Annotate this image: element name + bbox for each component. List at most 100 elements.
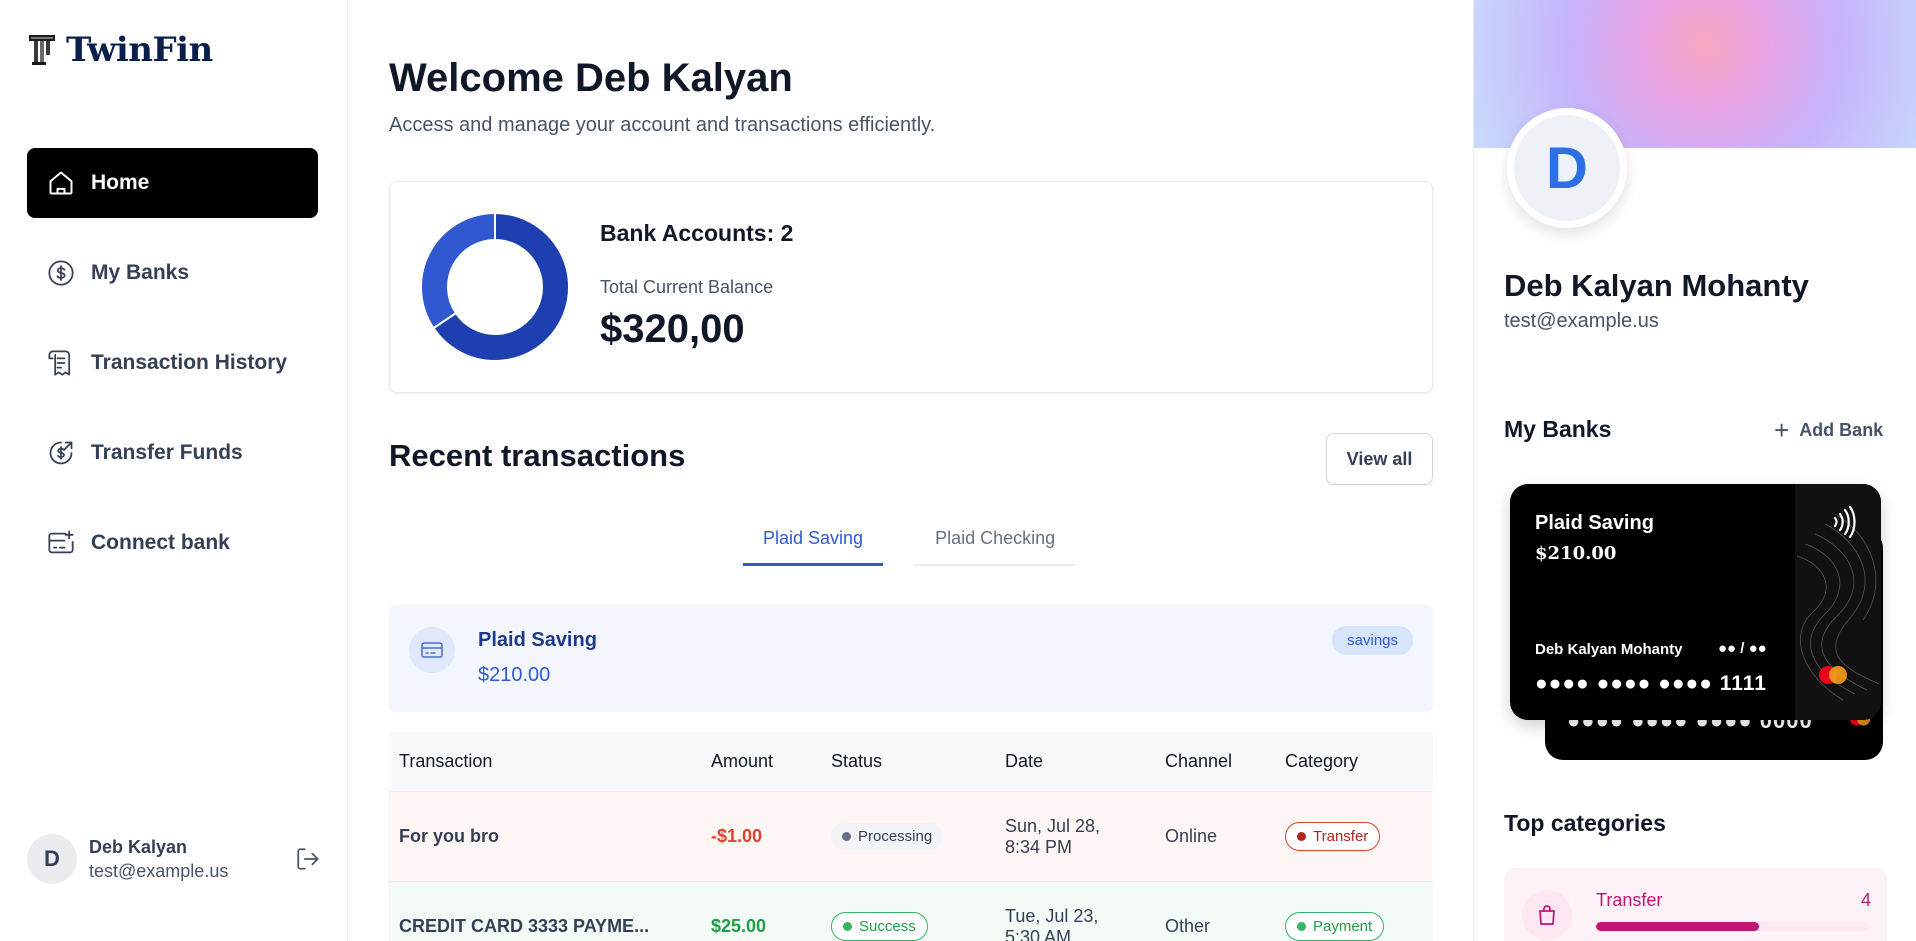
column-header: Status xyxy=(831,751,883,771)
bank-tabs: Plaid Saving Plaid Checking xyxy=(743,518,1076,566)
page-subtitle: Access and manage your account and trans… xyxy=(389,114,936,136)
sidebar-item-my-banks[interactable]: My Banks xyxy=(27,238,318,308)
donut-slice-plaid-checking xyxy=(420,212,496,330)
column-header: Channel xyxy=(1165,751,1233,771)
category-name: Transfer xyxy=(1596,890,1663,910)
tab-plaid-saving[interactable]: Plaid Saving xyxy=(743,518,884,566)
category-progress xyxy=(1596,922,1868,931)
column-header: Date xyxy=(1005,751,1044,771)
sidebar-item-home[interactable]: Home xyxy=(27,148,318,218)
profile-panel: D Deb Kalyan Mohanty test@example.us My … xyxy=(1473,0,1916,941)
column-header: Amount xyxy=(711,751,774,771)
transaction-status: Processing xyxy=(821,823,995,850)
contactless-icon xyxy=(1833,506,1856,538)
card-bank-name: Plaid Saving xyxy=(1535,512,1654,534)
date-line: Sun, Jul 28, xyxy=(1005,815,1101,836)
bank-card-primary[interactable]: Plaid Saving $210.00 Deb Kalyan Mohanty … xyxy=(1510,484,1881,720)
card-add-icon xyxy=(47,529,75,557)
profile-email: test@example.us xyxy=(1504,310,1659,332)
account-type-badge: savings xyxy=(1332,626,1413,655)
category-label: Payment xyxy=(1313,918,1373,935)
account-info-banner[interactable]: Plaid Saving $210.00 savings xyxy=(389,605,1433,712)
time-line: 5:30 AM xyxy=(1005,926,1072,941)
twinfin-logo-icon xyxy=(29,35,55,65)
user-meta: Deb Kalyan test@example.us xyxy=(89,837,283,882)
status-dot-icon xyxy=(843,922,852,931)
brand-logo[interactable]: TwinFin xyxy=(28,30,213,70)
transaction-name: CREDIT CARD 3333 PAYME... xyxy=(399,916,650,936)
account-name: Plaid Saving xyxy=(478,629,597,651)
transactions-table: Transaction Amount Status Date Channel C… xyxy=(389,732,1433,941)
money-send-icon xyxy=(47,439,75,467)
total-balance-card: Bank Accounts: 2 Total Current Balance $… xyxy=(389,181,1433,393)
category-card-transfer[interactable]: Transfer 4 xyxy=(1504,868,1887,941)
column-header: Category xyxy=(1285,751,1359,771)
sidebar-item-connect-bank[interactable]: Connect bank xyxy=(27,508,318,578)
card-holder: Deb Kalyan Mohanty xyxy=(1535,641,1683,658)
sidebar-item-label: Transfer Funds xyxy=(91,441,243,464)
transaction-channel: Online xyxy=(1165,826,1218,846)
date-line: Tue, Jul 23, xyxy=(1005,905,1099,926)
card-expiry: ●● / ●● xyxy=(1718,640,1767,657)
shopping-bag-icon xyxy=(1522,890,1572,940)
transaction-category: Payment xyxy=(1275,912,1433,941)
card-icon xyxy=(409,627,455,673)
sidebar-item-transfer-funds[interactable]: Transfer Funds xyxy=(27,418,318,488)
transaction-amount: -$1.00 xyxy=(711,826,763,846)
receipt-icon xyxy=(47,349,75,377)
mastercard-icon xyxy=(1819,666,1847,684)
top-categories-title: Top categories xyxy=(1504,810,1666,836)
home-icon xyxy=(47,169,75,197)
avatar[interactable]: D xyxy=(27,834,77,884)
category-dot-icon xyxy=(1297,832,1306,841)
category-badge: Transfer xyxy=(1285,822,1381,851)
add-bank-label: Add Bank xyxy=(1799,419,1884,440)
sidebar-nav: Home My Banks Transaction History Transf… xyxy=(27,148,318,598)
tab-plaid-checking[interactable]: Plaid Checking xyxy=(915,518,1076,566)
my-banks-title: My Banks xyxy=(1504,416,1612,442)
transaction-name: For you bro xyxy=(399,826,499,846)
sidebar-item-label: Transaction History xyxy=(91,351,288,374)
sidebar-item-transaction-history[interactable]: Transaction History xyxy=(27,328,318,398)
sidebar-item-label: Home xyxy=(91,171,150,194)
logout-icon[interactable] xyxy=(295,846,321,872)
total-balance-label: Total Current Balance xyxy=(600,277,774,297)
dollar-circle-icon xyxy=(47,259,75,287)
status-badge: Success xyxy=(831,912,928,941)
bank-accounts-count: Bank Accounts: 2 xyxy=(600,220,794,246)
status-dot-icon xyxy=(842,832,851,841)
category-count: 4 xyxy=(1860,890,1871,910)
transaction-category: Transfer xyxy=(1275,822,1433,851)
table-row[interactable]: For you bro -$1.00 Processing Sun, Jul 2… xyxy=(389,792,1433,882)
transaction-channel: Other xyxy=(1165,916,1211,936)
category-dot-icon xyxy=(1297,922,1306,931)
sidebar-item-label: My Banks xyxy=(91,261,190,284)
column-header: Transaction xyxy=(399,751,493,771)
time-line: 8:34 PM xyxy=(1005,836,1073,857)
page-title: Welcome Deb Kalyan xyxy=(389,56,793,100)
card-number: ●●●● ●●●● ●●●● 1111 xyxy=(1535,672,1767,695)
view-all-button[interactable]: View all xyxy=(1326,433,1433,485)
sidebar: TwinFin Home My Banks Transaction Histor… xyxy=(0,0,348,941)
category-label: Transfer xyxy=(1313,828,1369,845)
transaction-date: Sun, Jul 28, 8:34 PM xyxy=(995,816,1155,858)
sidebar-item-label: Connect bank xyxy=(91,531,230,554)
profile-name: Deb Kalyan Mohanty xyxy=(1504,268,1809,303)
profile-avatar[interactable]: D xyxy=(1507,108,1627,228)
user-name: Deb Kalyan xyxy=(89,836,188,857)
status-label: Processing xyxy=(858,828,933,845)
sidebar-user: D Deb Kalyan test@example.us xyxy=(27,833,321,885)
account-balance: $210.00 xyxy=(478,664,551,686)
category-progress-fill xyxy=(1596,922,1760,931)
table-row[interactable]: CREDIT CARD 3333 PAYME... $25.00 Success… xyxy=(389,882,1433,941)
add-bank-button[interactable]: + Add Bank xyxy=(1774,417,1883,443)
table-header: Transaction Amount Status Date Channel C… xyxy=(389,732,1433,792)
status-label: Success xyxy=(859,918,916,935)
card-balance: $210.00 xyxy=(1535,543,1617,564)
profile-initial: D xyxy=(1514,115,1620,221)
main-content: Welcome Deb Kalyan Access and manage you… xyxy=(349,0,1473,941)
balance-donut-chart xyxy=(420,212,570,362)
category-badge: Payment xyxy=(1285,912,1385,941)
total-balance-value: $320,00 xyxy=(600,307,745,351)
user-email: test@example.us xyxy=(89,860,229,881)
